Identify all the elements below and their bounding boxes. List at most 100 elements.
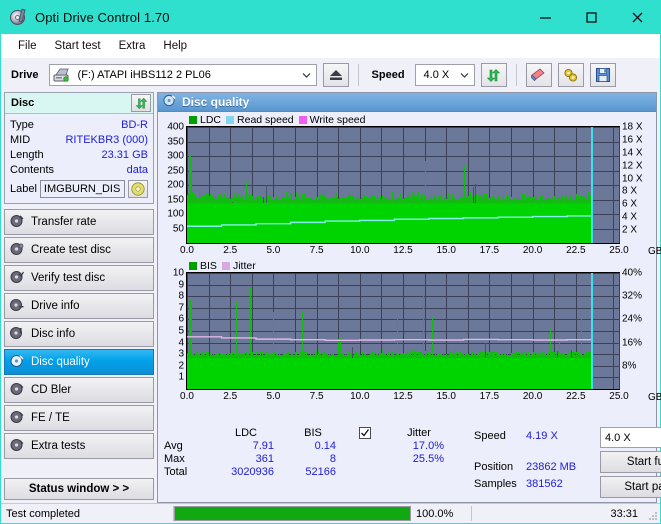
sidebar-item-fe-te[interactable]: FE / TE xyxy=(4,405,154,431)
chart-gridline xyxy=(591,296,619,297)
stats-position-label: Position xyxy=(474,460,514,473)
chart-gridline xyxy=(591,185,619,186)
maximize-icon[interactable] xyxy=(568,1,614,34)
chart-gridline xyxy=(591,273,619,274)
chart-y-tick: 150 xyxy=(167,194,184,205)
stats-total-bis: 52166 xyxy=(305,466,336,478)
chart-gridline xyxy=(591,343,619,344)
stats-avg-ldc: 7.91 xyxy=(252,440,274,452)
chart-x-tick: 22.5 xyxy=(566,391,586,402)
refresh-button[interactable] xyxy=(480,63,507,87)
start-part-button[interactable]: Start part xyxy=(600,476,661,498)
toolbar-separator xyxy=(515,64,517,86)
status-bar: Test completed 100.0% 33:31 xyxy=(1,503,660,523)
legend-label: Read speed xyxy=(237,113,294,126)
chart-ldc-plot[interactable]: 50 100 150 200 250 300 350 400 2 X4 X6 X8 X 10 X1… xyxy=(167,122,642,257)
menu-item-file[interactable]: File xyxy=(9,37,46,55)
progress-fill xyxy=(175,507,410,520)
sidebar-item-verify-test-disc[interactable]: Verify test disc xyxy=(4,265,154,291)
chart-x-tick: 0.0 xyxy=(180,391,194,402)
disc-refresh-button[interactable] xyxy=(131,94,151,112)
chart-gridline xyxy=(591,142,619,143)
menu-item-start-test[interactable]: Start test xyxy=(46,37,110,55)
legend-item-bis: BIS xyxy=(189,260,217,272)
sidebar-item-label: Transfer rate xyxy=(31,216,97,228)
chart-x-tick: 20.0 xyxy=(522,245,543,256)
sidebar-item-extra-tests[interactable]: Extra tests xyxy=(4,433,154,459)
chart-x-tick: 5.0 xyxy=(266,245,281,256)
drive-info-icon xyxy=(10,298,24,315)
drive-icon xyxy=(53,68,70,83)
chevron-down-icon xyxy=(460,71,469,80)
save-button[interactable] xyxy=(589,63,616,87)
chart-x-tick: 2.5 xyxy=(223,391,238,402)
sidebar-item-disc-info[interactable]: Disc info xyxy=(4,321,154,347)
stats-header-bis: BIS xyxy=(304,427,322,439)
chart-y2-tick: 16 X xyxy=(622,134,643,146)
chart-ldc: LDC Read speed Write speed 50 100 150 200 25… xyxy=(158,113,661,259)
stats-samples-value: 381562 xyxy=(526,477,563,490)
chart-y-tick: 4 xyxy=(178,337,184,349)
chevron-down-icon xyxy=(302,71,311,80)
chart-y-tick: 250 xyxy=(167,165,184,176)
legend-item-jitter: Jitter xyxy=(221,260,256,272)
erase-button[interactable] xyxy=(525,63,552,87)
minimize-icon[interactable] xyxy=(522,1,568,34)
chart-x-tick: 15.0 xyxy=(436,245,456,256)
legend-swatch xyxy=(189,261,197,270)
start-full-button[interactable]: Start full xyxy=(600,451,661,473)
chart-cursor-line xyxy=(591,273,594,389)
disc-label-button[interactable] xyxy=(128,179,148,198)
drive-select[interactable]: (F:) ATAPI iHBS112 2 PL06 xyxy=(48,64,317,86)
resize-grip-icon[interactable] xyxy=(646,504,660,523)
speed-select[interactable]: 4.0 X xyxy=(414,64,475,86)
chart-gridline xyxy=(591,331,619,332)
chart-y-tick: 9 xyxy=(178,279,184,291)
stats-max-ldc: 361 xyxy=(255,453,274,465)
chart-bis-plot[interactable]: 1 2 3 4 5 6 7 8 9 10 8% 16% 24% 32% 40% 0.0 2.5 5.0 7.5 10.… xyxy=(173,268,642,403)
sidebar-item-cd-bler[interactable]: CD Bler xyxy=(4,377,154,403)
legend-label: LDC xyxy=(200,113,222,126)
chart-bis-x-unit: GB xyxy=(648,392,661,403)
eject-button[interactable] xyxy=(322,63,349,87)
chart-y-tick: 1 xyxy=(178,371,184,383)
chart-gridline xyxy=(591,229,619,230)
legend-label: BIS xyxy=(200,259,217,272)
sidebar: Disc Type BD-R MID RITEKBR3 (000) Length… xyxy=(1,92,157,503)
sidebar-item-create-test-disc[interactable]: Create test disc xyxy=(4,237,154,263)
menu-item-extra[interactable]: Extra xyxy=(110,37,155,55)
title-bar: Opti Drive Control 1.70 xyxy=(1,1,660,34)
chart-x-tick: 10.0 xyxy=(350,245,370,256)
chart-x-tick: 7.5 xyxy=(309,391,324,402)
status-window-button[interactable]: Status window > > xyxy=(4,478,154,500)
chart-bis-legend: BIS Jitter xyxy=(158,259,656,272)
app-icon xyxy=(10,8,27,26)
stats-panel: LDC BIS Jitter Avg 7.91 0.14 17.0% Max 3… xyxy=(158,423,661,502)
sidebar-item-drive-info[interactable]: Drive info xyxy=(4,293,154,319)
window-title: Opti Drive Control 1.70 xyxy=(35,10,170,25)
sidebar-item-transfer-rate[interactable]: Transfer rate xyxy=(4,209,154,235)
test-speed-select[interactable]: 4.0 X xyxy=(600,427,661,448)
chart-x-tick: 7.5 xyxy=(309,245,324,256)
speed-select-value: 4.0 X xyxy=(423,69,450,81)
chart-y-tick: 50 xyxy=(172,223,184,234)
speed-label: Speed xyxy=(371,69,405,81)
chart-bis: BIS Jitter 1 2 3 4 5 6 7 8 9 10 8% 16% 24% 32% 40% 0.0 2… xyxy=(158,259,661,405)
chart-x-tick: 2.5 xyxy=(223,245,238,256)
menu-bar: File Start test Extra Help xyxy=(1,34,660,58)
toolbar: Drive (F:) ATAPI iHBS112 2 PL06 Speed 4.… xyxy=(1,58,660,92)
sidebar-item-disc-quality[interactable]: Disc quality xyxy=(4,349,154,375)
settings-button[interactable] xyxy=(557,63,584,87)
chart-gridline xyxy=(591,377,619,378)
fe-te-icon xyxy=(10,410,24,427)
sidebar-item-label: Extra tests xyxy=(31,440,86,452)
sidebar-item-label: Create test disc xyxy=(31,244,111,256)
checkbox-icon xyxy=(359,427,371,439)
menu-item-help[interactable]: Help xyxy=(154,37,196,55)
jitter-checkbox[interactable] xyxy=(344,427,386,439)
legend-swatch xyxy=(298,115,307,124)
chart-y-tick: 400 xyxy=(167,121,184,133)
disc-label-field[interactable]: IMGBURN_DIS xyxy=(39,179,125,198)
disc-check-icon xyxy=(10,270,25,287)
close-icon[interactable] xyxy=(614,1,660,34)
